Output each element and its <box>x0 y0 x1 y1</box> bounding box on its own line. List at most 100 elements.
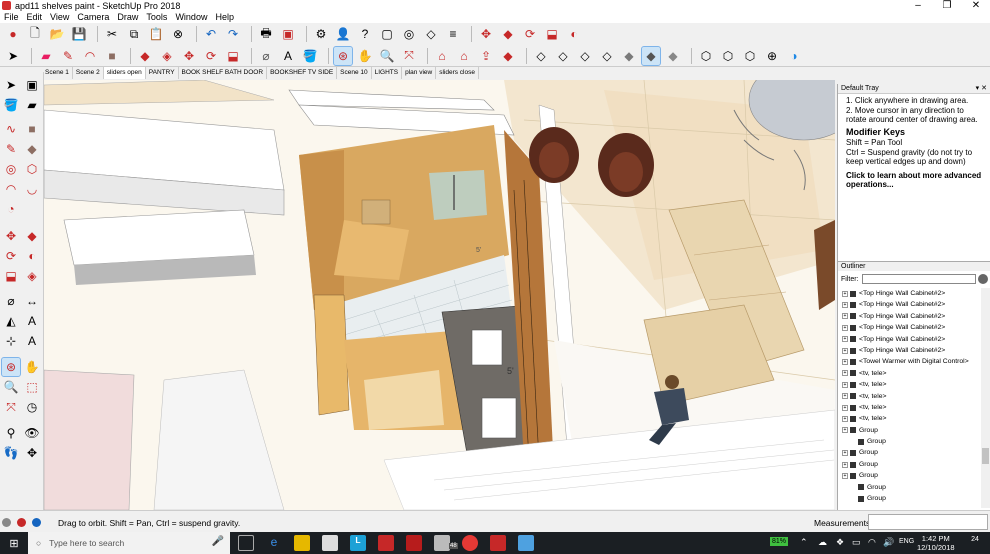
expand-icon[interactable]: + <box>842 427 848 434</box>
expand-icon[interactable]: + <box>842 415 848 422</box>
position-camera-icon[interactable]: ⚲ <box>2 424 20 442</box>
scale-tool-icon[interactable]: ⬓ <box>2 267 20 285</box>
materials-icon[interactable]: ◎ <box>400 25 418 43</box>
move-icon[interactable]: ✥ <box>477 25 495 43</box>
system-tray-expand-icon[interactable]: ⌃ <box>800 537 808 548</box>
text-icon[interactable]: A <box>279 47 297 65</box>
drawing-area[interactable]: 5' 5' <box>44 80 835 510</box>
extension-manager-icon[interactable]: ⊕ <box>763 47 781 65</box>
rectangle-tool-icon[interactable]: ■ <box>23 120 41 138</box>
shaded-icon[interactable]: ◆ <box>620 47 638 65</box>
tray-controls[interactable]: ▾ ✕ <box>976 84 987 93</box>
zoom-extents-tool-icon[interactable]: ⤧ <box>2 398 20 416</box>
outliner-row[interactable]: + <tv, tele> <box>838 402 980 413</box>
look-around-icon[interactable]: 👁 <box>23 424 41 442</box>
network-icon[interactable]: ☁ <box>818 537 827 548</box>
trimble-connect-icon[interactable]: ◑ <box>785 47 803 65</box>
rotate-icon[interactable]: ⟳ <box>521 25 539 43</box>
shaded-textures-icon[interactable]: ◆ <box>641 45 661 66</box>
expand-icon[interactable]: + <box>842 336 848 343</box>
outliner-row[interactable]: + <Top Hinge Wall Cabinet#2> <box>838 334 980 345</box>
styles-icon[interactable]: ◇ <box>422 25 440 43</box>
protractor-tool-icon[interactable]: ◭ <box>2 312 20 330</box>
scale-icon[interactable]: ⬓ <box>543 25 561 43</box>
component-icon[interactable]: ▢ <box>378 25 396 43</box>
expand-icon[interactable]: + <box>842 404 848 411</box>
windows-start-icon[interactable]: ⊞ <box>0 532 28 554</box>
geo-location-icon[interactable] <box>2 518 11 527</box>
text-tool-icon[interactable]: A <box>23 312 41 330</box>
expand-icon[interactable]: + <box>842 324 848 331</box>
zoom-extents-icon[interactable]: ⤧ <box>400 47 418 65</box>
expand-icon[interactable]: + <box>842 393 848 400</box>
zoom-icon[interactable]: 🔍 <box>378 47 396 65</box>
tape-measure-icon[interactable]: ⌀ <box>257 47 275 65</box>
outliner-scrollbar[interactable] <box>981 288 990 508</box>
app-blue-icon[interactable] <box>518 535 534 551</box>
minimize-button[interactable]: – <box>904 0 932 11</box>
follow-me-icon[interactable]: ◐ <box>565 25 583 43</box>
task-view-icon[interactable] <box>238 535 254 551</box>
instructor-icon[interactable] <box>32 518 41 527</box>
select-icon[interactable]: ➤ <box>4 47 22 65</box>
maximize-button[interactable]: ❐ <box>933 0 961 11</box>
sketchup-taskbar-icon[interactable] <box>490 535 506 551</box>
outliner-row[interactable]: + <Top Hinge Wall Cabinet#2> <box>838 322 980 333</box>
model-view[interactable]: 5' 5' <box>44 80 835 510</box>
dropbox-icon[interactable]: ❖ <box>836 537 844 548</box>
undo-icon[interactable]: ↶ <box>202 25 220 43</box>
menu-camera[interactable]: Camera <box>77 12 109 22</box>
language-indicator[interactable]: ENG <box>899 538 914 545</box>
paint-tool-icon[interactable]: 🪣 <box>2 96 20 114</box>
offset-icon[interactable]: ◈ <box>158 47 176 65</box>
scene-tab-pantry[interactable]: PANTRY <box>145 67 179 79</box>
menu-tools[interactable]: Tools <box>146 12 167 22</box>
getting-started-icon[interactable]: ● <box>4 25 22 43</box>
volume-icon[interactable]: 🔊 <box>883 537 894 548</box>
edge-browser-icon[interactable]: e <box>266 535 282 551</box>
push-pull-2-icon[interactable]: ◆ <box>136 47 154 65</box>
menu-file[interactable]: File <box>4 12 19 22</box>
axes-tool-icon[interactable]: ⊹ <box>2 332 20 350</box>
outliner-row[interactable]: + <tv, tele> <box>838 391 980 402</box>
scene-tab-scene-2[interactable]: Scene 2 <box>72 67 104 79</box>
zoom-window-icon[interactable]: ⬚ <box>23 378 41 396</box>
make-component-icon[interactable]: ▣ <box>23 76 41 94</box>
menu-help[interactable]: Help <box>215 12 234 22</box>
expand-icon[interactable]: + <box>842 313 848 320</box>
menu-window[interactable]: Window <box>175 12 207 22</box>
outliner-header[interactable]: Outliner <box>838 261 990 271</box>
mail-icon[interactable] <box>434 535 450 551</box>
3d-text-tool-icon[interactable]: A <box>23 332 41 350</box>
pushpull-tool-icon[interactable]: ◆ <box>23 227 41 245</box>
section-plane-icon[interactable]: ⬡ <box>697 47 715 65</box>
layout-icon[interactable]: ◆ <box>499 47 517 65</box>
wifi-icon[interactable]: ◠ <box>868 537 876 548</box>
open-file-icon[interactable]: 📂 <box>48 25 66 43</box>
pan-tool-icon[interactable]: ✋ <box>23 358 41 376</box>
expand-icon[interactable]: + <box>842 347 848 354</box>
notifications-button[interactable]: 24 <box>964 536 986 550</box>
outliner-scroll-thumb[interactable] <box>982 448 989 464</box>
expand-icon[interactable]: + <box>842 302 848 309</box>
scene-tab-sliders-close[interactable]: sliders close <box>436 67 479 79</box>
pie-tool-icon[interactable]: ◔ <box>2 200 20 218</box>
select-tool-icon[interactable]: ➤ <box>2 76 20 94</box>
offset-tool-icon[interactable]: ◈ <box>23 267 41 285</box>
preferences-gear-icon[interactable]: ⚙ <box>312 25 330 43</box>
move-2-icon[interactable]: ✥ <box>180 47 198 65</box>
microphone-icon[interactable]: 🎤 <box>212 536 224 547</box>
outliner-row[interactable]: +Group <box>838 493 980 504</box>
app-red-icon[interactable] <box>378 535 394 551</box>
redo-icon[interactable]: ↷ <box>224 25 242 43</box>
taskbar-clock[interactable]: 1:42 PM 12/10/2018 <box>917 534 955 552</box>
battery-indicator[interactable]: 81% <box>770 537 789 546</box>
scene-tab-scene-1[interactable]: Scene 1 <box>42 67 73 79</box>
warehouse-icon[interactable]: ⌂ <box>433 47 451 65</box>
scene-tab-plan-view[interactable]: plan view <box>402 67 437 79</box>
expand-icon[interactable]: + <box>842 370 848 377</box>
shape-icon[interactable]: ■ <box>103 47 121 65</box>
chrome-icon[interactable] <box>462 535 478 551</box>
save-icon[interactable]: 💾 <box>70 25 88 43</box>
taskbar-search[interactable]: ○ Type here to search 🎤 <box>28 532 230 554</box>
